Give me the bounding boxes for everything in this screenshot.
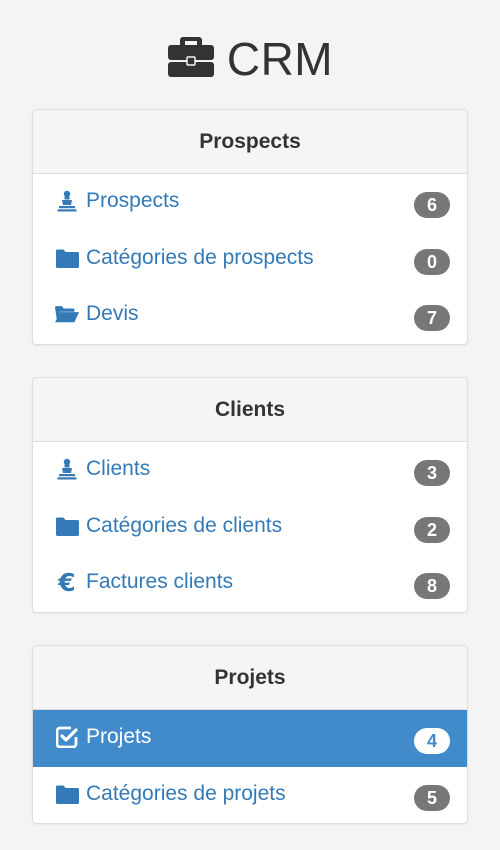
menu-item-label: Devis bbox=[86, 302, 139, 326]
menu-item-prospects[interactable]: Prospects 6 bbox=[33, 174, 467, 231]
panel-clients: Clients Clients 3 Catégories de clients … bbox=[32, 377, 468, 613]
app-title: CRM bbox=[226, 33, 334, 85]
menu-item-label: Factures clients bbox=[86, 570, 234, 594]
euro-icon: € bbox=[58, 567, 76, 597]
app-header: CRM bbox=[0, 24, 500, 94]
menu-item-project-categories[interactable]: Catégories de projets 5 bbox=[33, 767, 467, 824]
menu-item-label: Catégories de clients bbox=[86, 513, 283, 537]
menu-item-label: Catégories de projets bbox=[86, 781, 286, 805]
menu-item-projects[interactable]: Projets 4 bbox=[33, 710, 467, 767]
count-badge: 2 bbox=[414, 516, 450, 543]
panel-prospects: Prospects Prospects 6 Catégories de pros… bbox=[32, 109, 468, 345]
menu-item-clients[interactable]: Clients 3 bbox=[33, 442, 467, 499]
menu-item-label: Clients bbox=[86, 457, 151, 481]
menu-item-client-invoices[interactable]: € Factures clients 8 bbox=[33, 555, 467, 612]
count-badge: 3 bbox=[414, 460, 450, 487]
folder-icon bbox=[55, 247, 79, 269]
folder-icon bbox=[55, 515, 79, 537]
menu-item-devis[interactable]: Devis 7 bbox=[33, 287, 467, 344]
briefcase-icon bbox=[167, 37, 214, 77]
count-badge: 7 bbox=[414, 305, 450, 332]
menu-item-label: Prospects bbox=[86, 189, 180, 213]
panel-projects: Projets Projets 4 Catégories de projets … bbox=[32, 645, 468, 824]
menu-item-prospect-categories[interactable]: Catégories de prospects 0 bbox=[33, 231, 467, 288]
panel-heading-prospects: Prospects bbox=[33, 110, 467, 174]
count-badge: 0 bbox=[414, 248, 450, 275]
checkbox-checked-icon bbox=[55, 726, 79, 749]
menu-item-label: Catégories de prospects bbox=[86, 245, 314, 269]
count-badge: 6 bbox=[414, 192, 450, 219]
menu-item-client-categories[interactable]: Catégories de clients 2 bbox=[33, 499, 467, 556]
menu-item-label: Projets bbox=[86, 725, 152, 749]
panel-heading-projects: Projets bbox=[33, 646, 467, 710]
folder-open-icon bbox=[55, 303, 79, 325]
count-badge: 8 bbox=[414, 573, 450, 600]
folder-icon bbox=[55, 783, 79, 805]
count-badge: 4 bbox=[414, 728, 450, 755]
panel-heading-clients: Clients bbox=[33, 378, 467, 442]
count-badge: 5 bbox=[414, 784, 450, 811]
chess-pawn-icon bbox=[55, 458, 79, 480]
chess-pawn-icon bbox=[55, 190, 79, 212]
